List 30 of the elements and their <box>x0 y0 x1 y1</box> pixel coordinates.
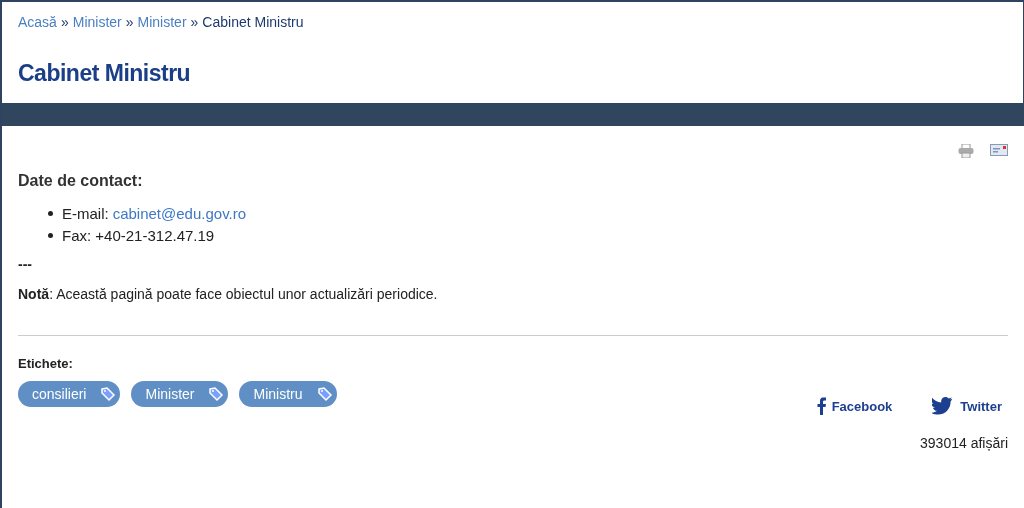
separator-text: --- <box>18 256 33 272</box>
tag-link[interactable]: Minister <box>131 381 229 407</box>
view-count: 393014 afișări <box>919 435 1008 451</box>
tag-link[interactable]: consilieri <box>18 381 121 407</box>
breadcrumb-current: Cabinet Ministru <box>202 14 304 30</box>
breadcrumb-link[interactable]: Minister <box>137 14 187 30</box>
breadcrumb-separator: » <box>125 14 134 30</box>
tag-icon <box>208 386 225 402</box>
breadcrumb-link[interactable]: Minister <box>72 14 122 30</box>
email-icon[interactable] <box>990 144 1008 156</box>
breadcrumb-separator: » <box>190 14 199 30</box>
bullet-icon <box>48 210 53 216</box>
tag-link[interactable]: Ministru <box>239 381 337 407</box>
twitter-link[interactable]: Twitter <box>932 397 1002 415</box>
print-icon[interactable] <box>958 144 974 158</box>
tag-icon <box>100 386 117 402</box>
facebook-icon <box>816 397 826 415</box>
page-title: Cabinet Ministru <box>18 60 192 87</box>
bullet-icon <box>48 232 53 238</box>
facebook-link[interactable]: Facebook <box>816 397 893 415</box>
bird-icon <box>932 397 955 415</box>
breadcrumb-separator: » <box>60 14 69 30</box>
contact-heading: Date de contact: <box>18 172 144 190</box>
contact-label: E-mail: <box>62 204 109 222</box>
email-link[interactable]: cabinet@edu.gov.ro <box>112 204 247 222</box>
tag-icon <box>316 386 333 402</box>
tags-heading: Etichete: <box>18 356 74 371</box>
note-text: Notă: Această pagină poate face obiectul unor actualizări periodice. <box>18 286 439 302</box>
breadcrumb-link[interactable]: Acasă <box>18 14 57 30</box>
contact-label: Fax: +40-21-312.47.19 <box>62 226 215 244</box>
